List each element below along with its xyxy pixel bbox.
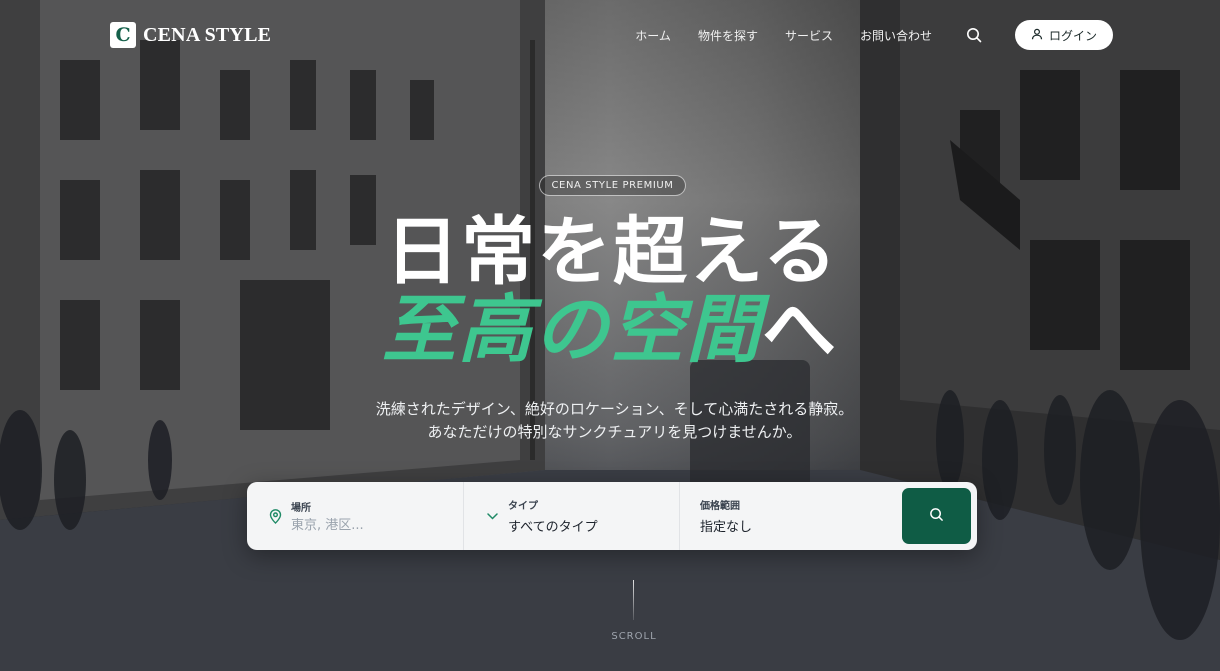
login-label: ログイン: [1048, 28, 1097, 43]
user-icon: [1031, 28, 1043, 43]
type-label: タイプ: [508, 501, 538, 512]
nav-item-contact[interactable]: お問い合わせ: [860, 27, 932, 44]
price-label: 価格範囲: [700, 501, 740, 512]
site-header: C CENA STYLE ホーム 物件を探す サービス お問い合わせ ログイン: [0, 0, 1220, 70]
brand-name: CENA STYLE: [143, 23, 272, 46]
hero-subtext-line2: あなただけの特別なサンクチュアリを見つけませんか。: [427, 423, 802, 441]
type-select[interactable]: タイプ すべてのタイプ: [463, 482, 679, 550]
nav-item-home[interactable]: ホーム: [635, 27, 671, 44]
search-icon: [929, 507, 944, 526]
scroll-indicator-line: [633, 580, 634, 620]
price-value: 指定なし: [700, 520, 753, 535]
type-value: すべてのタイプ: [508, 520, 598, 535]
logo-mark-icon: C: [110, 22, 136, 48]
premium-badge: CENA STYLE PREMIUM: [539, 175, 686, 196]
hero-headline-suffix: へ: [762, 287, 838, 373]
scroll-label: SCROLL: [611, 631, 657, 642]
search-icon[interactable]: [965, 26, 983, 44]
nav-item-find-property[interactable]: 物件を探す: [698, 27, 758, 44]
hero-headline-line2: 至高の空間へ: [0, 286, 1220, 374]
hero-subtext-line1: 洗練されたデザイン、絶好のロケーション、そして心満たされる静寂。: [375, 400, 854, 418]
price-range-select[interactable]: 価格範囲 指定なし: [679, 482, 900, 550]
location-field[interactable]: 場所: [247, 482, 463, 550]
hero-headline-line1: 日常を超える: [385, 209, 839, 295]
nav-item-services[interactable]: サービス: [785, 27, 833, 44]
location-label: 場所: [291, 503, 311, 514]
chevron-down-icon: [484, 508, 500, 524]
location-input[interactable]: [291, 518, 431, 533]
hero-subtext: 洗練されたデザイン、絶好のロケーション、そして心満たされる静寂。 あなただけの特…: [0, 398, 1220, 444]
brand-logo[interactable]: C CENA STYLE: [110, 22, 271, 48]
main-nav: ホーム 物件を探す サービス お問い合わせ: [635, 27, 932, 44]
property-search-bar: 場所 タイプ すべてのタイプ 価格範囲 指定なし: [247, 482, 977, 550]
map-pin-icon: [267, 508, 283, 524]
search-submit-button[interactable]: [902, 488, 971, 544]
hero-headline-accent: 至高の空間: [382, 287, 762, 373]
login-button[interactable]: ログイン: [1014, 20, 1113, 50]
